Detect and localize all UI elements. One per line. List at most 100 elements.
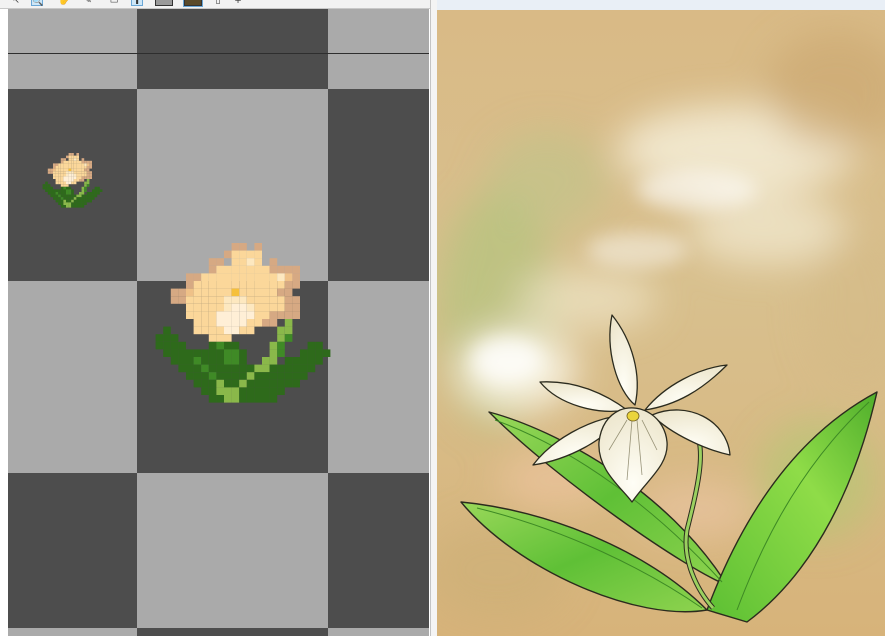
sprite-pixel (224, 296, 232, 304)
sprite-pixel (277, 334, 285, 342)
zoom-icon[interactable]: 🔍 (31, 0, 43, 7)
sprite-pixel (86, 173, 90, 177)
checker-tile (8, 9, 137, 89)
sprite-pixel (231, 319, 240, 327)
sprite-pixel (58, 171, 61, 174)
sprite-pixel (79, 192, 82, 195)
sprite-pixel (224, 364, 232, 373)
sprite-pixel (254, 319, 262, 327)
sprite-pixel (292, 364, 300, 373)
sprite-pixel (76, 173, 79, 177)
sprite-pixel (178, 357, 186, 365)
sprite-pixel (89, 160, 92, 164)
sprite-pixel (208, 288, 217, 297)
sprite-pixel (79, 202, 82, 205)
sprite-canvas[interactable] (8, 9, 429, 636)
sprite-pixel (216, 341, 224, 350)
sprite-pixel (63, 166, 66, 169)
sprite-pixel (193, 372, 202, 380)
plus-icon[interactable]: + (232, 0, 244, 6)
sprite-pixel (73, 166, 77, 169)
sprite-pixel (73, 163, 77, 166)
hand-icon[interactable]: ✋ (58, 0, 70, 6)
sprite-pixel (201, 303, 209, 312)
sprite-pixel (63, 179, 66, 182)
sprite-pixel (307, 364, 316, 373)
sprite-pixel (216, 387, 224, 395)
sprite-pixel (68, 181, 72, 185)
sprite-editor-pane: ↖ 🔍 ✋ ✎ ▭ ⬆ ▯ + (0, 0, 430, 636)
sprite-pixel (224, 273, 232, 281)
sprite-pixel (84, 163, 87, 166)
sprite-pixel (63, 168, 66, 172)
sprite-pixel (239, 364, 247, 373)
pencil-icon[interactable]: ✎ (82, 0, 94, 6)
frame-icon[interactable]: ▭ (108, 0, 120, 6)
sprite-pixel (231, 379, 240, 388)
doc-icon[interactable]: ▯ (212, 0, 224, 6)
sprite-pixel (63, 192, 66, 195)
sprite-pixel (231, 296, 240, 304)
sprite-pixel (94, 192, 98, 195)
arrow-tool-icon[interactable]: ⬆ (131, 0, 143, 7)
sprite-pixel (216, 379, 224, 388)
sprite-pixel (55, 168, 59, 172)
sprite-pixel (84, 173, 87, 177)
sprite-pixel (186, 311, 194, 319)
orchid-center (626, 410, 640, 422)
sprite-pixel (76, 155, 79, 159)
sprite-pixel (201, 281, 209, 289)
gray-swatch-icon[interactable] (155, 0, 173, 6)
sprite-pixel (86, 176, 90, 179)
sprite-pixel (269, 311, 278, 319)
flower-sprite-small[interactable] (40, 153, 104, 233)
sprite-pixel (76, 197, 79, 200)
sprite-pixel (231, 395, 240, 403)
sprite-pixel (208, 372, 217, 380)
sprite-pixel (224, 311, 232, 319)
pane-splitter[interactable] (430, 0, 437, 636)
sprite-pixel (239, 243, 247, 251)
sprite-pixel (60, 160, 64, 164)
sprite-pixel (292, 357, 300, 365)
color-swatch-icon[interactable] (184, 0, 202, 6)
sprite-pixel (269, 357, 278, 365)
sprite-pixel (208, 341, 217, 350)
flower-sprite-large[interactable] (148, 243, 332, 475)
sprite-pixel (81, 160, 85, 164)
sprite-pixel (55, 166, 59, 169)
sprite-pixel (216, 372, 224, 380)
sprite-pixel (284, 288, 293, 297)
sprite-pixel (68, 189, 72, 192)
sprite-pixel (47, 186, 51, 190)
sprite-pixel (201, 296, 209, 304)
sprite-pixel (53, 171, 56, 174)
sprite-pixel (262, 311, 270, 319)
sprite-pixel (239, 303, 247, 312)
sprite-pixel (246, 288, 255, 297)
sprite-pixel (68, 171, 72, 174)
sprite-pixel (224, 288, 232, 297)
sprite-pixel (262, 364, 270, 373)
sprite-pixel (284, 265, 293, 274)
pointer-icon[interactable]: ↖ (10, 0, 22, 6)
sprite-pixel (262, 273, 270, 281)
sprite-pixel (307, 349, 316, 357)
sprite-pixel (66, 189, 69, 192)
sprite-pixel (84, 194, 87, 198)
sprite-pixel (224, 250, 232, 259)
sprite-pixel (269, 288, 278, 297)
sprite-pixel (71, 189, 74, 192)
sprite-pixel (42, 184, 46, 187)
sprite-pixel (84, 168, 87, 172)
sprite-pixel (58, 176, 61, 179)
sprite-pixel (262, 281, 270, 289)
sprite-pixel (269, 319, 278, 327)
sprite-pixel (239, 326, 247, 335)
sprite-pixel (73, 160, 77, 164)
sprite-pixel (277, 288, 285, 297)
sprite-pixel (163, 349, 171, 357)
sprite-pixel (63, 189, 66, 192)
sprite-pixel (231, 349, 240, 357)
sprite-pixel (66, 173, 69, 177)
